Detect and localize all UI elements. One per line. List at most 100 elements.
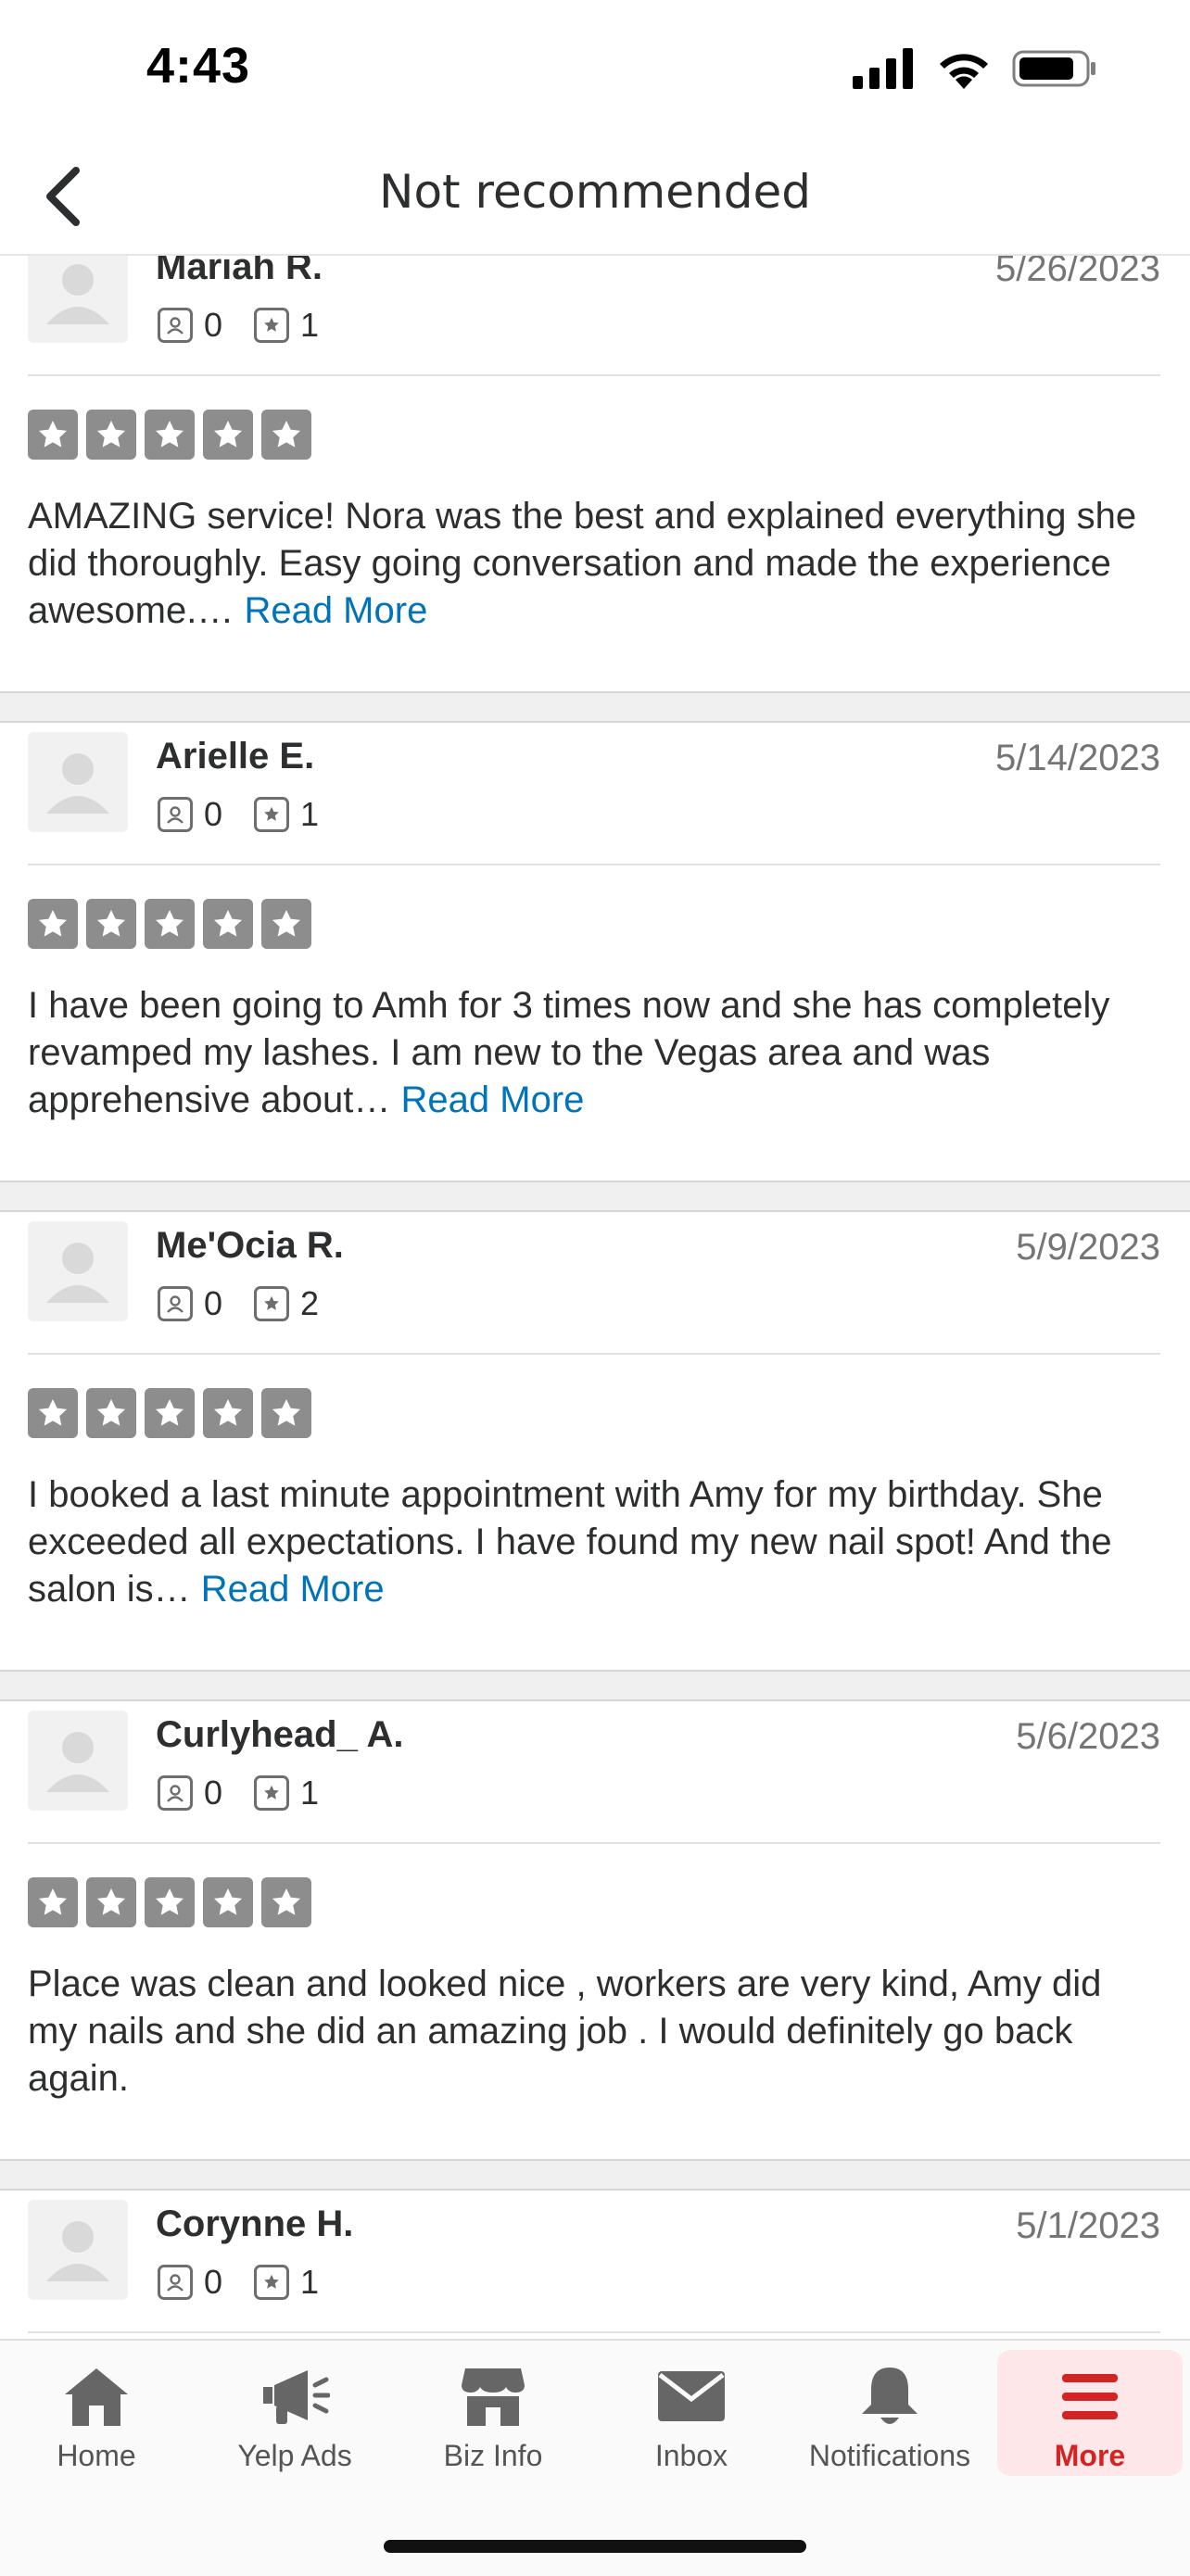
star-rating bbox=[28, 1877, 311, 1927]
review-text: I booked a last minute appointment with … bbox=[28, 1471, 1160, 1613]
home-indicator bbox=[384, 2540, 806, 2553]
reviewer-stats: 01 bbox=[158, 795, 350, 834]
reviewer-stats: 01 bbox=[158, 1774, 350, 1812]
review-card[interactable]: Me'Ocia R. 5/9/2023 0 2 I booked a last minu… bbox=[0, 1212, 1190, 1672]
review-card[interactable]: Curlyhead_ A. 5/6/2023 0 1 Place was clean a… bbox=[0, 1701, 1190, 2161]
avatar[interactable] bbox=[28, 1221, 128, 1321]
tab-more-label: More bbox=[1054, 2439, 1126, 2472]
friends-count: 0 bbox=[204, 306, 223, 344]
avatar[interactable] bbox=[28, 1711, 128, 1811]
divider bbox=[28, 1842, 1160, 1844]
tab-biz-info[interactable]: Biz Info bbox=[404, 2350, 582, 2476]
menu-icon bbox=[1062, 2374, 1118, 2419]
reviews-count: 1 bbox=[300, 1774, 320, 1812]
review-card[interactable]: Arielle E. 5/14/2023 0 1 I have been going t… bbox=[0, 723, 1190, 1182]
reviewer-stats: 01 bbox=[158, 2263, 350, 2302]
status-bar: 4:43 bbox=[0, 0, 1190, 139]
friends-icon bbox=[158, 1775, 193, 1811]
star-icon bbox=[145, 899, 195, 949]
friends-icon bbox=[158, 308, 193, 343]
star-icon bbox=[28, 1877, 78, 1927]
reviews-count: 1 bbox=[300, 795, 320, 833]
page-title: Not recommended bbox=[379, 165, 811, 219]
star-icon bbox=[261, 899, 311, 949]
review-body: I booked a last minute appointment with … bbox=[28, 1474, 1112, 1610]
review-date: 5/9/2023 bbox=[1016, 1227, 1160, 1268]
bell-icon bbox=[862, 2368, 918, 2424]
star-rating bbox=[28, 899, 311, 949]
friends-icon bbox=[158, 1286, 193, 1321]
wifi-icon bbox=[940, 54, 988, 89]
review-card[interactable]: Mariah R. 5/26/2023 0 1 AMAZING service! Nor… bbox=[0, 256, 1190, 693]
tab-more[interactable]: More bbox=[997, 2350, 1183, 2476]
tab-yelp-ads[interactable]: Yelp Ads bbox=[206, 2350, 384, 2476]
review-text: AMAZING service! Nora was the best and e… bbox=[28, 493, 1160, 635]
cellular-signal-icon bbox=[853, 48, 913, 89]
review-text: I have been going to Amh for 3 times now… bbox=[28, 982, 1160, 1124]
read-more-link[interactable]: Read More bbox=[201, 1569, 385, 1610]
envelope-icon bbox=[658, 2371, 725, 2421]
reviewer-name[interactable]: Curlyhead_ A. bbox=[156, 1714, 403, 1756]
star-icon bbox=[261, 1388, 311, 1438]
reviews-count: 1 bbox=[300, 2263, 320, 2301]
star-icon bbox=[145, 1388, 195, 1438]
review-card[interactable]: Corynne H. 5/1/2023 0 1 bbox=[0, 2191, 1190, 2341]
tab-home-label: Home bbox=[57, 2439, 136, 2472]
star-icon bbox=[86, 410, 136, 460]
star-icon bbox=[28, 899, 78, 949]
friends-icon bbox=[158, 797, 193, 832]
nav-header: Not recommended bbox=[0, 139, 1190, 256]
avatar[interactable] bbox=[28, 256, 128, 343]
friends-count: 0 bbox=[204, 1284, 223, 1322]
reviewer-stats: 01 bbox=[158, 306, 350, 345]
review-separator bbox=[0, 1182, 1190, 1212]
tab-inbox-label: Inbox bbox=[654, 2439, 728, 2472]
friends-icon bbox=[158, 2265, 193, 2300]
review-separator bbox=[0, 693, 1190, 723]
reviewer-name[interactable]: Mariah R. bbox=[156, 256, 323, 288]
star-icon bbox=[145, 1877, 195, 1927]
star-icon bbox=[203, 899, 253, 949]
megaphone-icon bbox=[263, 2370, 330, 2424]
review-date: 5/26/2023 bbox=[995, 256, 1160, 289]
divider bbox=[28, 2331, 1160, 2333]
reviewer-name[interactable]: Arielle E. bbox=[156, 736, 314, 777]
tab-notifications[interactable]: Notifications bbox=[801, 2350, 979, 2476]
review-separator bbox=[0, 2161, 1190, 2191]
friends-count: 0 bbox=[204, 795, 223, 833]
reviewer-stats: 02 bbox=[158, 1284, 350, 1323]
reviews-count-icon bbox=[254, 1775, 290, 1811]
star-icon bbox=[28, 410, 78, 460]
reviewer-name[interactable]: Me'Ocia R. bbox=[156, 1225, 344, 1267]
reviewer-name[interactable]: Corynne H. bbox=[156, 2203, 353, 2245]
tab-inbox[interactable]: Inbox bbox=[602, 2350, 780, 2476]
reviews-count-icon bbox=[254, 308, 290, 343]
star-icon bbox=[86, 899, 136, 949]
storefront-icon bbox=[462, 2368, 525, 2426]
star-icon bbox=[203, 1877, 253, 1927]
star-icon bbox=[86, 1388, 136, 1438]
star-icon bbox=[203, 410, 253, 460]
tab-home[interactable]: Home bbox=[7, 2350, 185, 2476]
star-icon bbox=[145, 410, 195, 460]
tab-biz-info-label: Biz Info bbox=[443, 2439, 543, 2472]
review-body: AMAZING service! Nora was the best and e… bbox=[28, 496, 1137, 631]
divider bbox=[28, 864, 1160, 865]
review-text: Place was clean and looked nice , worker… bbox=[28, 1961, 1160, 2102]
read-more-link[interactable]: Read More bbox=[244, 590, 427, 631]
reviews-feed[interactable]: Mariah R. 5/26/2023 0 1 AMAZING service! Nor… bbox=[0, 256, 1190, 2341]
reviews-count: 2 bbox=[300, 1284, 320, 1322]
review-separator bbox=[0, 1672, 1190, 1701]
reviews-count-icon bbox=[254, 1286, 290, 1321]
reviews-count: 1 bbox=[300, 306, 320, 344]
avatar[interactable] bbox=[28, 2200, 128, 2300]
star-icon bbox=[261, 410, 311, 460]
star-rating bbox=[28, 1388, 311, 1438]
review-date: 5/1/2023 bbox=[1016, 2205, 1160, 2246]
divider bbox=[28, 374, 1160, 376]
avatar[interactable] bbox=[28, 732, 128, 832]
friends-count: 0 bbox=[204, 1774, 223, 1812]
read-more-link[interactable]: Read More bbox=[401, 1080, 585, 1120]
star-icon bbox=[86, 1877, 136, 1927]
review-date: 5/6/2023 bbox=[1016, 1716, 1160, 1757]
